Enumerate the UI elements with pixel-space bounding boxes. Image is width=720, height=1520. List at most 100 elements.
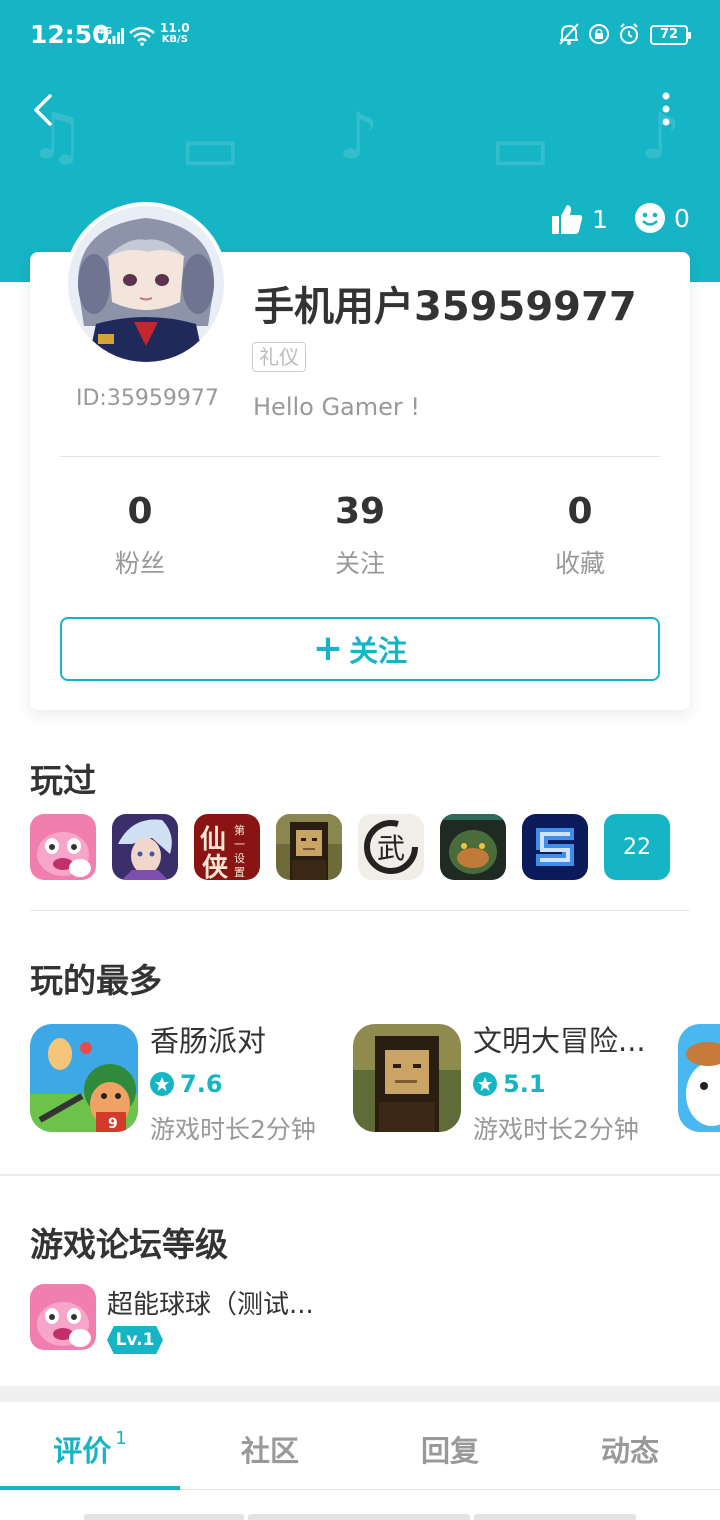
- dark-ogre-icon: [440, 814, 506, 880]
- game-name: 香肠派对: [150, 1024, 267, 1058]
- tab-label: 评价: [53, 1434, 112, 1468]
- smiley-face-icon: [635, 203, 665, 233]
- game-icon-pink-monster[interactable]: [30, 1284, 96, 1350]
- star-icon: [150, 1072, 174, 1096]
- game-icon-xianxia[interactable]: 仙 侠 第 一 设 置: [194, 814, 260, 880]
- active-tab-indicator: [0, 1486, 180, 1490]
- user-bio: Hello Gamer !: [253, 393, 421, 421]
- status-bar: 12:50 4G 11.0 KB/S 72: [0, 0, 720, 72]
- game-icon-mona-lisa-pixel[interactable]: [276, 814, 342, 880]
- stat-label: 关注: [334, 549, 385, 578]
- wu-calligraphy-icon: 武: [358, 814, 424, 880]
- stat-value: 0: [127, 491, 153, 532]
- forum-game-name[interactable]: 超能球球（测试...: [107, 1284, 314, 1321]
- svg-text:第: 第: [234, 823, 245, 837]
- battery-indicator: 72: [650, 25, 691, 45]
- rating-value: 5.1: [503, 1070, 546, 1098]
- most-played-info: 文明大冒险... 5.1 游戏时长2分钟: [473, 1024, 646, 1146]
- chevron-left-icon: [34, 94, 52, 126]
- blue-s-icon: [522, 814, 588, 880]
- content-tabs: 评价 1 社区 回复 动态: [0, 1402, 720, 1490]
- face-count: 0: [674, 203, 690, 233]
- user-id: ID:35959977: [76, 386, 219, 411]
- pink-monster-icon: [30, 814, 96, 880]
- svg-text:设: 设: [234, 852, 245, 865]
- filter-chip[interactable]: [474, 1514, 636, 1520]
- username: 手机用户35959977: [254, 284, 637, 330]
- speed-value: 11.0: [160, 21, 190, 35]
- thumbs-up-icon: [552, 205, 583, 234]
- play-time: 游戏时长2分钟: [473, 1115, 639, 1144]
- user-tag-badge[interactable]: 礼仪: [252, 342, 306, 372]
- stat-label: 粉丝: [114, 549, 165, 578]
- xianxia-icon: 仙 侠 第 一 设 置: [194, 814, 260, 880]
- filter-chip[interactable]: [84, 1514, 244, 1520]
- most-played-item[interactable]: 文明大冒险... 5.1 游戏时长2分钟: [353, 1024, 646, 1146]
- card-divider: [60, 456, 660, 457]
- tab-community[interactable]: 社区: [180, 1428, 360, 1470]
- face-counter[interactable]: 0: [634, 202, 690, 234]
- wifi-icon: [129, 26, 155, 46]
- section-divider: [30, 910, 690, 911]
- follow-label: 关注: [349, 634, 408, 668]
- tab-replies[interactable]: 回复: [360, 1428, 540, 1470]
- more-options-button[interactable]: [650, 88, 680, 132]
- gamepad-decoration-icon: ▭: [180, 112, 241, 186]
- more-games-button[interactable]: 22: [604, 814, 670, 880]
- game-icon-blue-s[interactable]: [522, 814, 588, 880]
- game-rating: 5.1: [473, 1070, 646, 1098]
- tab-count: 1: [115, 1428, 127, 1449]
- section-title-played: 玩过: [30, 761, 96, 800]
- signal-icon: [108, 28, 124, 44]
- follow-button[interactable]: + 关注: [60, 617, 660, 681]
- section-divider: [0, 1174, 720, 1176]
- tab-reviews[interactable]: 评价 1: [0, 1428, 180, 1470]
- section-separator-band: [0, 1386, 720, 1402]
- status-icons: [558, 22, 640, 46]
- game-rating: 7.6: [150, 1070, 316, 1098]
- section-title-forum-level: 游戏论坛等级: [30, 1225, 228, 1264]
- game-icon-sausage-party: 9: [30, 1024, 138, 1132]
- lock-rotation-icon: [589, 24, 609, 44]
- plus-icon: +: [312, 628, 344, 669]
- tab-activity[interactable]: 动态: [540, 1428, 720, 1470]
- most-played-info: 香肠派对 7.6 游戏时长2分钟: [150, 1024, 316, 1146]
- civilization-adventure-icon: [353, 1024, 461, 1132]
- back-button[interactable]: [28, 88, 68, 132]
- game-icon-partial[interactable]: [678, 1024, 720, 1132]
- game-icon-dark-ogre[interactable]: [440, 814, 506, 880]
- network-speed: 11.0 KB/S: [160, 22, 190, 46]
- stat-fans[interactable]: 0 粉丝: [60, 488, 220, 580]
- music-note-decoration-icon: ♪: [338, 100, 379, 174]
- section-title-most-played: 玩的最多: [30, 961, 162, 1000]
- svg-text:侠: 侠: [202, 852, 229, 880]
- rating-value: 7.6: [180, 1070, 223, 1098]
- tab-label: 动态: [600, 1434, 659, 1468]
- game-icon-civilization-adventure: [353, 1024, 461, 1132]
- star-icon: [473, 1072, 497, 1096]
- svg-text:9: 9: [108, 1116, 118, 1132]
- play-time: 游戏时长2分钟: [150, 1115, 316, 1144]
- more-vertical-icon: [662, 92, 670, 126]
- tab-label: 回复: [420, 1434, 479, 1468]
- filter-chip[interactable]: [248, 1514, 470, 1520]
- like-counter[interactable]: 1: [550, 202, 608, 236]
- stat-favorites[interactable]: 0 收藏: [500, 488, 660, 580]
- pink-monster-icon: [30, 1284, 96, 1350]
- game-icon-wu-calligraphy[interactable]: 武: [358, 814, 424, 880]
- alarm-icon: [620, 23, 638, 44]
- svg-text:武: 武: [377, 832, 405, 865]
- mona-lisa-pixel-icon: [276, 814, 342, 880]
- game-icon-silver-hair-hero[interactable]: [112, 814, 178, 880]
- most-played-item[interactable]: 9 香肠派对 7.6 游戏时长2分钟: [30, 1024, 316, 1146]
- game-name: 文明大冒险...: [473, 1024, 646, 1058]
- svg-text:置: 置: [234, 866, 245, 879]
- avatar[interactable]: [64, 202, 228, 366]
- stat-value: 0: [567, 491, 593, 532]
- svg-text:仙: 仙: [200, 825, 226, 855]
- stat-following[interactable]: 39 关注: [280, 488, 440, 580]
- stat-label: 收藏: [554, 549, 605, 578]
- sausage-party-icon: 9: [30, 1024, 138, 1132]
- game-icon-pink-monster[interactable]: [30, 814, 96, 880]
- tab-label: 社区: [240, 1434, 299, 1468]
